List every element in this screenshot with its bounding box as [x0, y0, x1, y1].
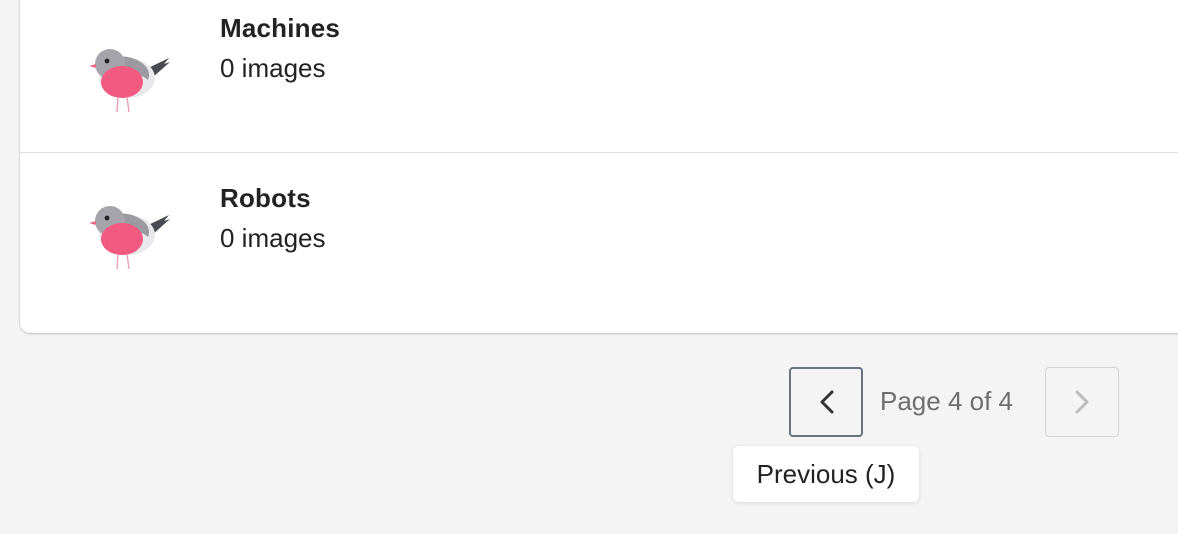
robin-bird-icon: [89, 206, 170, 269]
collection-name[interactable]: Machines: [220, 13, 340, 44]
robin-bird-icon: [89, 49, 170, 112]
collection-name[interactable]: Robots: [220, 183, 311, 214]
previous-tooltip: Previous (J): [733, 446, 919, 502]
chevron-left-icon: [820, 390, 834, 414]
chevron-right-icon: [1075, 390, 1089, 414]
collections-card: Machines 0 images Robots 0 images: [20, 0, 1178, 333]
page-indicator: Page 4 of 4: [880, 386, 1013, 416]
previous-page-button[interactable]: [789, 367, 863, 437]
collection-row[interactable]: Machines 0 images: [20, 0, 1178, 152]
next-page-button[interactable]: [1045, 367, 1119, 437]
collection-image-count: 0 images: [220, 223, 326, 253]
collection-row[interactable]: Robots 0 images: [20, 153, 1178, 322]
collection-image-count: 0 images: [220, 53, 326, 83]
